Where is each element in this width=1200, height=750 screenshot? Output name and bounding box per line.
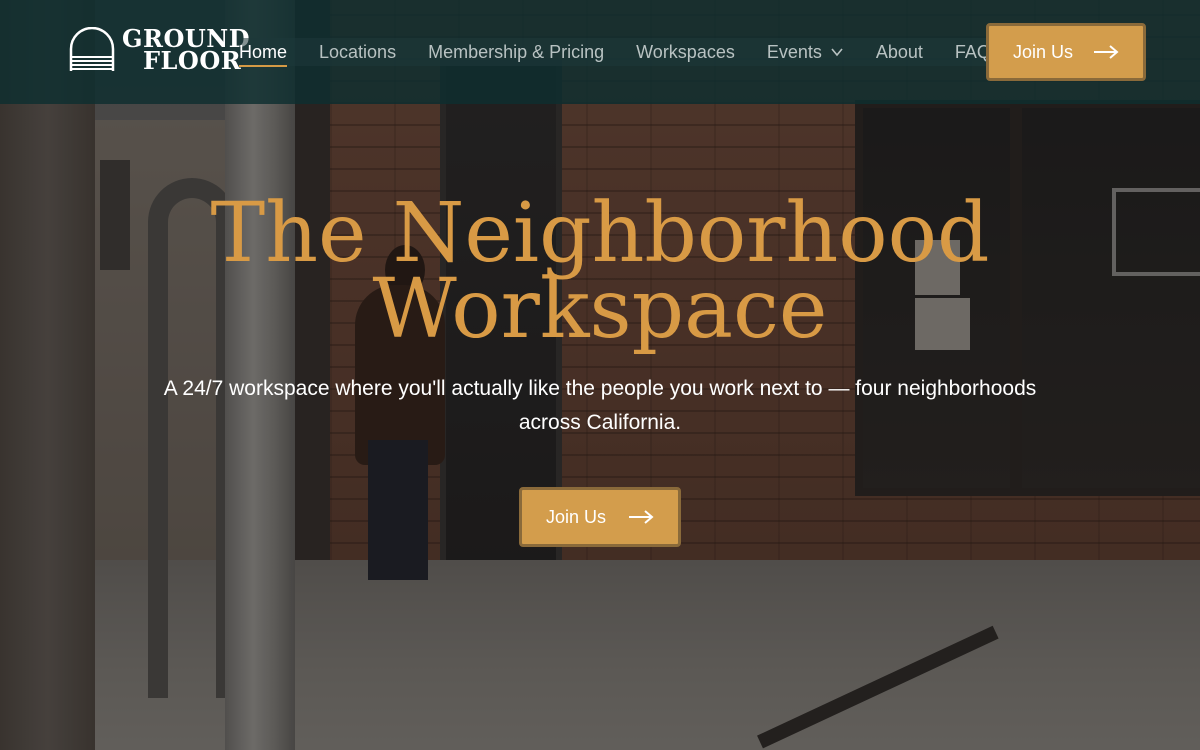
arch-logo-icon [69,27,115,71]
hero-title-line-2: Workspace [372,262,828,357]
header-join-button[interactable]: Join Us [986,23,1146,81]
header-join-label: Join Us [1013,41,1074,62]
nav-item-membership-pricing[interactable]: Membership & Pricing [428,38,604,66]
site-header: GROUND FLOOR Home Locations Membership &… [0,0,1200,104]
nav-item-home[interactable]: Home [239,38,288,67]
nav-item-workspaces[interactable]: Workspaces [636,38,735,66]
hero-title: The Neighborhood Workspace [0,186,1200,357]
arrow-right-icon [629,510,654,524]
nav-item-locations[interactable]: Locations [319,38,396,66]
arrow-right-icon [1094,45,1119,59]
chevron-down-icon [831,48,843,57]
hero-join-label: Join Us [546,506,607,527]
hero-title-line-1: The Neighborhood [210,186,990,281]
hero-join-button[interactable]: Join Us [519,487,681,547]
hero-subtitle: A 24/7 workspace where you'll actually l… [163,377,1037,434]
page: GROUND FLOOR Home Locations Membership &… [0,0,1200,750]
logo-line-2: FLOOR [143,46,242,75]
brand-logo[interactable]: GROUND FLOOR [68,26,250,74]
logo-wordmark: GROUND FLOOR [122,27,250,75]
main-nav: Home Locations Membership & Pricing Work… [239,38,991,67]
nav-item-about[interactable]: About [876,38,923,66]
nav-item-events[interactable]: Events [767,38,844,66]
nav-item-events-label: Events [766,41,822,62]
